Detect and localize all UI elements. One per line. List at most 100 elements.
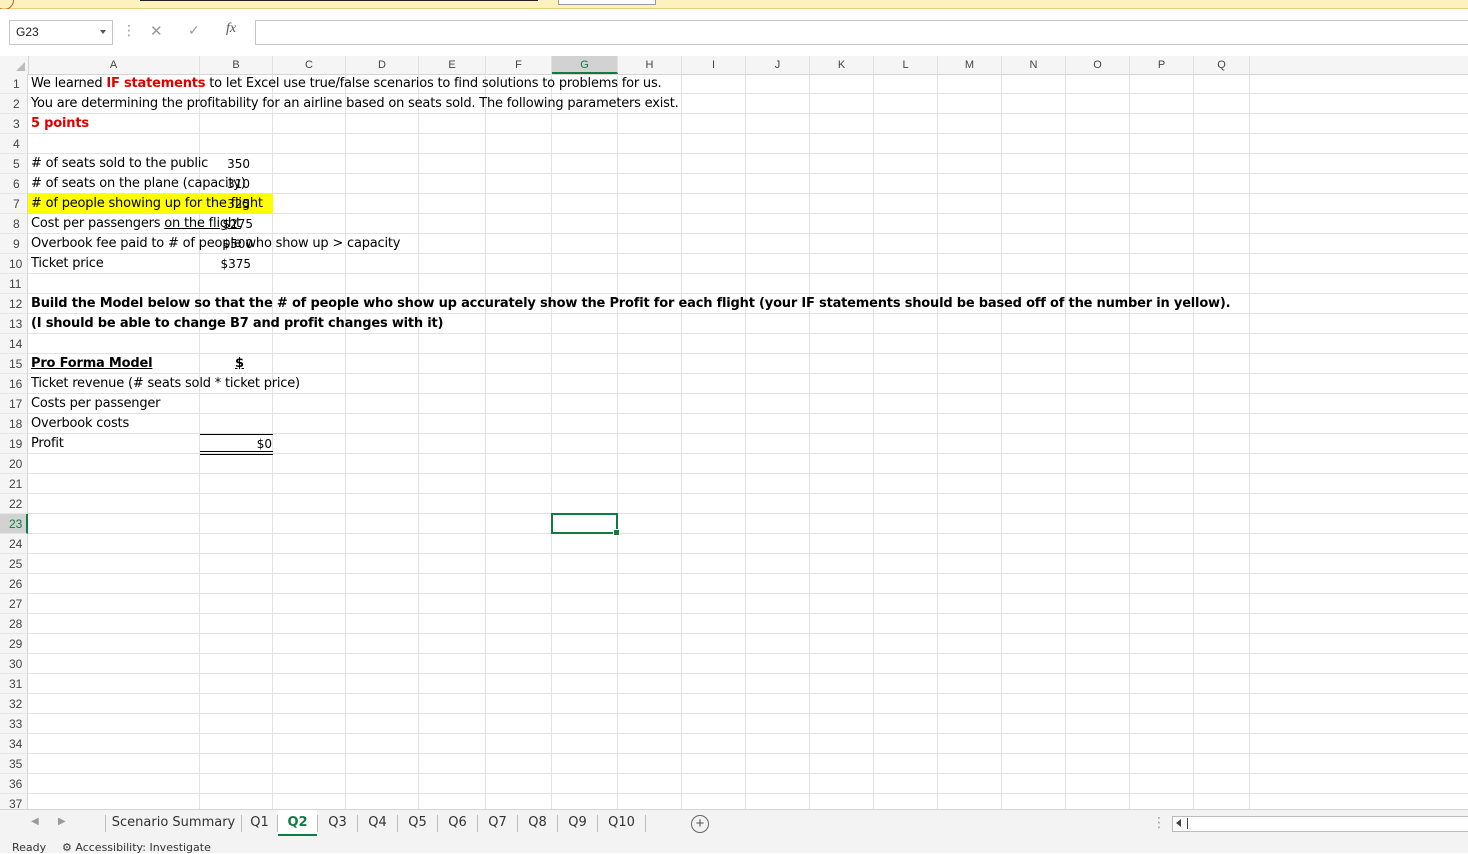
cell-b9[interactable]: $500 <box>200 234 253 254</box>
column-header-c[interactable]: C <box>273 56 346 74</box>
column-header-b[interactable]: B <box>200 56 273 74</box>
tab-prev-icon[interactable]: ◀ <box>31 816 39 827</box>
select-all-corner[interactable] <box>0 56 29 74</box>
row-header-25[interactable]: 25 <box>0 554 28 574</box>
row-header-29[interactable]: 29 <box>0 634 28 654</box>
cell-b6[interactable]: 310 <box>200 174 250 194</box>
column-header-k[interactable]: K <box>810 56 874 74</box>
column-header-l[interactable]: L <box>874 56 938 74</box>
column-header-f[interactable]: F <box>486 56 552 74</box>
cell-a12[interactable]: Build the Model below so that the # of p… <box>28 294 1231 314</box>
fx-icon[interactable]: fx <box>226 21 236 37</box>
column-header-p[interactable]: P <box>1130 56 1194 74</box>
formula-input[interactable] <box>255 20 1468 45</box>
column-header-o[interactable]: O <box>1066 56 1130 74</box>
sheet-tab-q4[interactable]: Q4 <box>358 810 397 836</box>
spreadsheet-grid[interactable]: ABCDEFGHIJKLMNOPQ 1 2 3 4 5 6 7 8 9 10 11 12 13 14 15 1… <box>0 56 1468 809</box>
row-header-26[interactable]: 26 <box>0 574 28 594</box>
row-header-18[interactable]: 18 <box>0 414 28 434</box>
scroll-thumb[interactable] <box>1187 818 1188 829</box>
row-header-28[interactable]: 28 <box>0 614 28 634</box>
row-header-7[interactable]: 7 <box>0 194 28 214</box>
sheet-tab-q9[interactable]: Q9 <box>558 810 597 836</box>
column-header-e[interactable]: E <box>419 56 486 74</box>
row-header-27[interactable]: 27 <box>0 594 28 614</box>
row-header-5[interactable]: 5 <box>0 154 28 174</box>
row-header-6[interactable]: 6 <box>0 174 28 194</box>
column-header-m[interactable]: M <box>938 56 1002 74</box>
cancel-icon[interactable]: ✕ <box>150 22 163 40</box>
sheet-tab-q5[interactable]: Q5 <box>398 810 437 836</box>
row-header-4[interactable]: 4 <box>0 134 28 154</box>
more-vertical-icon[interactable]: ⋮ <box>1152 814 1166 831</box>
row-header-11[interactable]: 11 <box>0 274 28 294</box>
row-header-17[interactable]: 17 <box>0 394 28 414</box>
row-header-19[interactable]: 19 <box>0 434 28 454</box>
column-header-n[interactable]: N <box>1002 56 1066 74</box>
cell-b7[interactable]: 325 <box>200 194 250 214</box>
column-header-a[interactable]: A <box>28 56 200 74</box>
row-header-3[interactable]: 3 <box>0 114 28 134</box>
row-header-2[interactable]: 2 <box>0 94 28 114</box>
add-sheet-icon[interactable]: + <box>691 815 709 833</box>
cell-b15[interactable]: $ <box>200 354 244 374</box>
chevron-down-icon[interactable] <box>100 30 106 34</box>
more-vertical-icon[interactable]: ⋮ <box>122 23 136 37</box>
sheet-tab-q1[interactable]: Q1 <box>242 810 277 836</box>
cell-a3[interactable]: 5 points <box>28 114 89 134</box>
cell-a16[interactable]: Ticket revenue (# seats sold * ticket pr… <box>28 374 300 394</box>
row-header-33[interactable]: 33 <box>0 714 28 734</box>
cell-b8[interactable]: $275 <box>200 214 253 234</box>
cell-a10[interactable]: Ticket price <box>28 254 104 274</box>
cell-a17[interactable]: Costs per passenger <box>28 394 161 414</box>
row-header-37[interactable]: 37 <box>0 794 28 809</box>
row-header-8[interactable]: 8 <box>0 214 28 234</box>
sheet-tab-q8[interactable]: Q8 <box>518 810 557 836</box>
row-header-30[interactable]: 30 <box>0 654 28 674</box>
cell-a15[interactable]: Pro Forma Model <box>28 354 153 374</box>
row-header-9[interactable]: 9 <box>0 234 28 254</box>
cell-a1[interactable]: We learned IF statements to let Excel us… <box>28 74 662 94</box>
row-header-1[interactable]: 1 <box>0 74 28 94</box>
tab-next-icon[interactable]: ▶ <box>58 816 66 827</box>
sheet-tab-q2[interactable]: Q2 <box>278 810 317 836</box>
row-header-35[interactable]: 35 <box>0 754 28 774</box>
column-header-i[interactable]: I <box>682 56 746 74</box>
cell-a13[interactable]: (I should be able to change B7 and profi… <box>28 314 443 334</box>
column-header-h[interactable]: H <box>618 56 682 74</box>
name-box[interactable]: G23 <box>9 20 113 45</box>
sheet-tab-q10[interactable]: Q10 <box>598 810 645 836</box>
cell-a19[interactable]: Profit <box>28 434 64 454</box>
row-header-10[interactable]: 10 <box>0 254 28 274</box>
row-header-34[interactable]: 34 <box>0 734 28 754</box>
active-cell-g23[interactable] <box>551 513 620 536</box>
fill-handle[interactable] <box>613 529 620 536</box>
accessibility-status[interactable]: ⚙ Accessibility: Investigate <box>62 841 211 854</box>
row-header-32[interactable]: 32 <box>0 694 28 714</box>
row-header-15[interactable]: 15 <box>0 354 28 374</box>
sheet-tab-q7[interactable]: Q7 <box>478 810 517 836</box>
row-header-22[interactable]: 22 <box>0 494 28 514</box>
row-header-21[interactable]: 21 <box>0 474 28 494</box>
row-header-31[interactable]: 31 <box>0 674 28 694</box>
cell-a2[interactable]: You are determining the profitability fo… <box>28 94 679 114</box>
row-header-36[interactable]: 36 <box>0 774 28 794</box>
cell-b5[interactable]: 350 <box>200 154 250 174</box>
sheet-tab-q6[interactable]: Q6 <box>438 810 477 836</box>
cell-b10[interactable]: $375 <box>200 254 251 274</box>
row-header-14[interactable]: 14 <box>0 334 28 354</box>
cell-a18[interactable]: Overbook costs <box>28 414 129 434</box>
row-header-23[interactable]: 23 <box>0 514 28 534</box>
row-header-16[interactable]: 16 <box>0 374 28 394</box>
horizontal-scrollbar[interactable] <box>1172 816 1468 832</box>
row-header-24[interactable]: 24 <box>0 534 28 554</box>
row-header-13[interactable]: 13 <box>0 314 28 334</box>
column-header-q[interactable]: Q <box>1194 56 1250 74</box>
cell-a5[interactable]: # of seats sold to the public <box>28 154 208 174</box>
column-header-j[interactable]: J <box>746 56 810 74</box>
row-header-12[interactable]: 12 <box>0 294 28 314</box>
sheet-tab-q3[interactable]: Q3 <box>318 810 357 836</box>
column-header-g[interactable]: G <box>552 56 618 74</box>
column-header-d[interactable]: D <box>346 56 419 74</box>
row-header-20[interactable]: 20 <box>0 454 28 474</box>
